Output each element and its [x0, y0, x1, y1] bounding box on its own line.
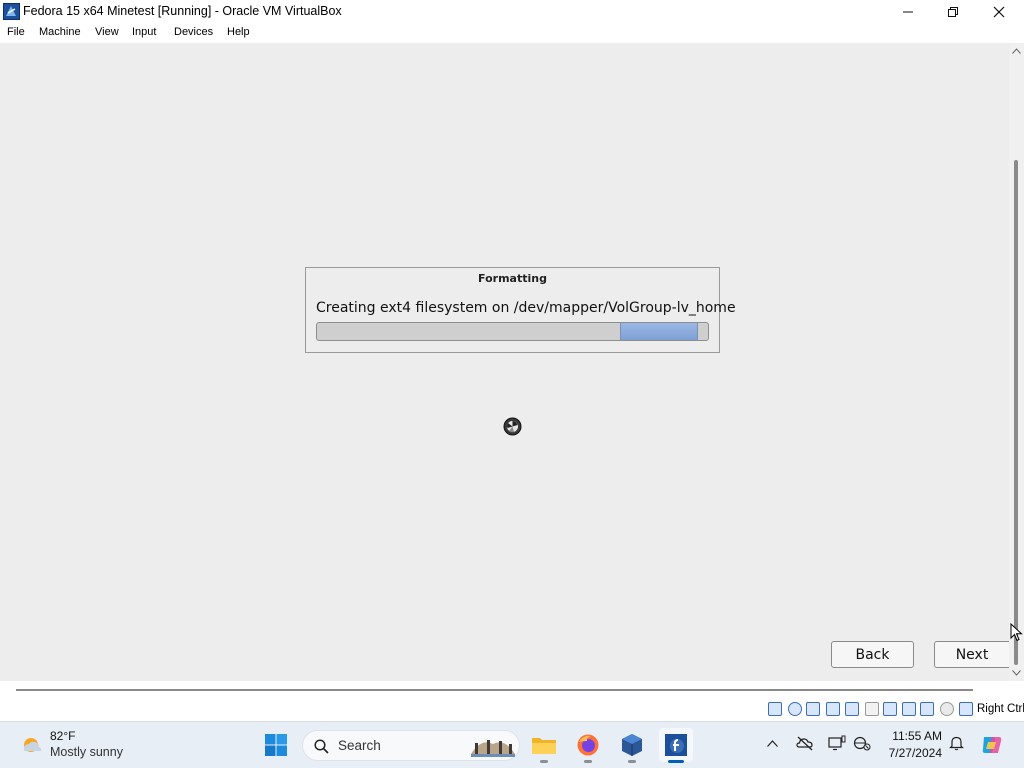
- horizontal-scrollbar[interactable]: [0, 681, 1024, 698]
- restore-icon: [948, 7, 958, 17]
- virtualization-icon[interactable]: [920, 702, 934, 716]
- menu-input[interactable]: Input: [132, 26, 156, 38]
- back-button[interactable]: Back: [831, 641, 914, 668]
- menu-help[interactable]: Help: [227, 26, 250, 38]
- copilot-icon[interactable]: [980, 733, 1004, 757]
- usb-icon[interactable]: [845, 702, 859, 716]
- virtualbox-icon: [3, 3, 20, 20]
- scroll-up-icon[interactable]: [1012, 48, 1021, 54]
- fedora-vm-icon: [665, 734, 687, 756]
- file-explorer-button[interactable]: [527, 728, 561, 763]
- menu-view[interactable]: View: [95, 26, 119, 38]
- scroll-down-icon[interactable]: [1012, 670, 1021, 676]
- vm-status-bar: Right Ctrl: [0, 698, 1024, 721]
- search-highlight-image: [471, 740, 515, 757]
- network-icon[interactable]: [826, 702, 840, 716]
- mouse-integration-icon[interactable]: [940, 702, 954, 716]
- optical-drive-icon[interactable]: [788, 702, 802, 716]
- active-indicator: [668, 760, 684, 763]
- dialog-title: Formatting: [478, 272, 547, 285]
- mouse-pointer-icon: [1010, 623, 1023, 642]
- vm-display[interactable]: Formatting Creating ext4 filesystem on /…: [0, 43, 1009, 681]
- menu-devices[interactable]: Devices: [174, 26, 213, 38]
- busy-cursor-icon: [503, 417, 522, 436]
- notification-bell-icon[interactable]: [949, 735, 964, 751]
- onedrive-offline-icon[interactable]: [796, 735, 814, 751]
- next-button[interactable]: Next: [934, 641, 1009, 668]
- dialog-message: Creating ext4 filesystem on /dev/mapper/…: [316, 300, 736, 316]
- weather-description[interactable]: Mostly sunny: [50, 745, 123, 759]
- firefox-icon: [577, 734, 599, 756]
- hard-disk-icon[interactable]: [768, 702, 782, 716]
- progress-bar: [316, 322, 709, 341]
- fedora-vm-button[interactable]: [659, 728, 693, 763]
- search-icon: [314, 739, 329, 754]
- scrollbar-thumb[interactable]: [1014, 160, 1018, 665]
- device-connection-icon[interactable]: [828, 735, 846, 751]
- running-indicator: [628, 760, 636, 763]
- menu-file[interactable]: File: [7, 26, 25, 38]
- host-key-label: Right Ctrl: [977, 703, 1024, 715]
- minimize-icon: [903, 11, 913, 13]
- window-title: Fedora 15 x64 Minetest [Running] - Oracl…: [23, 4, 342, 18]
- keyboard-capture-icon[interactable]: [959, 702, 973, 716]
- windows-logo-icon: [265, 734, 287, 756]
- vertical-scrollbar[interactable]: [1009, 43, 1024, 681]
- formatting-dialog: Formatting Creating ext4 filesystem on /…: [305, 267, 736, 353]
- menu-bar: File Machine View Input Devices Help: [0, 24, 1024, 43]
- weather-temperature[interactable]: 82°F: [50, 729, 75, 743]
- menu-machine[interactable]: Machine: [39, 26, 81, 38]
- minimize-button[interactable]: [885, 0, 931, 24]
- audio-icon[interactable]: [806, 702, 820, 716]
- close-button[interactable]: [976, 0, 1022, 24]
- progress-bar-pulse: [620, 323, 698, 340]
- virtualbox-cube-icon: [622, 734, 642, 756]
- chevron-up-icon[interactable]: [767, 740, 778, 747]
- virtualbox-manager-button[interactable]: [615, 728, 649, 763]
- display-icon[interactable]: [883, 702, 897, 716]
- title-bar: Fedora 15 x64 Minetest [Running] - Oracl…: [0, 0, 1024, 24]
- shared-folders-icon[interactable]: [865, 702, 879, 716]
- video-capture-icon[interactable]: [902, 702, 916, 716]
- taskbar-search[interactable]: Search: [302, 730, 520, 761]
- weather-sunny-icon[interactable]: [19, 733, 43, 757]
- start-button[interactable]: [259, 728, 293, 762]
- close-icon: [993, 6, 1005, 18]
- network-globe-icon[interactable]: [853, 735, 871, 751]
- clock-time[interactable]: 11:55 AM: [880, 729, 942, 743]
- clock-date[interactable]: 7/27/2024: [880, 746, 942, 760]
- restore-button[interactable]: [930, 0, 976, 24]
- search-placeholder: Search: [338, 738, 381, 753]
- running-indicator: [584, 760, 592, 763]
- running-indicator: [540, 760, 548, 763]
- firefox-button[interactable]: [571, 728, 605, 763]
- folder-icon: [532, 738, 556, 754]
- horizontal-scrollbar-thumb[interactable]: [16, 689, 973, 691]
- windows-taskbar: 82°F Mostly sunny Search 11:55 AM 7/27/2…: [0, 721, 1024, 768]
